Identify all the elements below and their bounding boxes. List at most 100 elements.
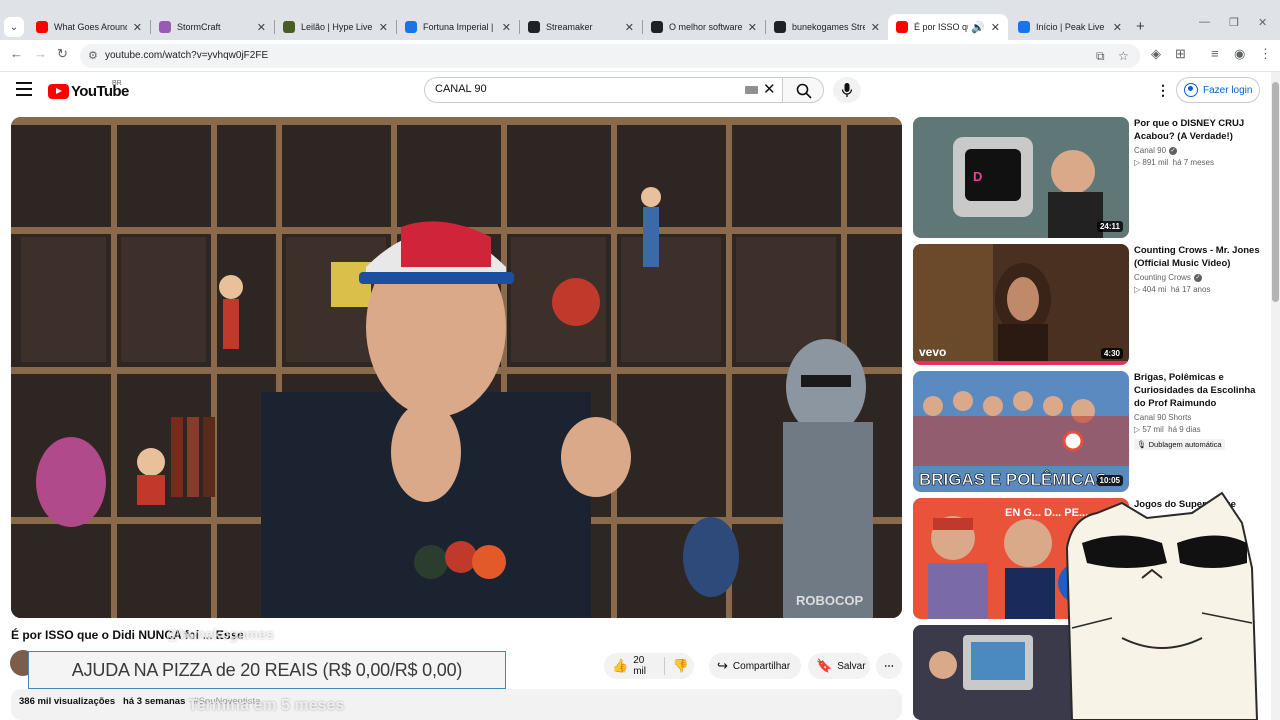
bookmark-icon: 🔖 [816,658,833,673]
thumbnail-image: D [913,117,1129,238]
video-frame: ROBOCOP [11,117,902,618]
related-title[interactable]: Brigas, Polêmicas e Curiosidades da Esco… [1134,371,1260,410]
like-divider [663,657,665,675]
tab-6[interactable]: bunekogames Strean ✕ [766,14,888,40]
thumbs-up-icon[interactable]: 👍 [612,658,628,674]
search-input[interactable] [435,83,735,95]
tab-0[interactable]: What Goes Around... ✕ [28,14,150,40]
related-thumbnail[interactable]: BRIGAS E POLÊMICAS 10:05 [913,371,1129,492]
search-button[interactable] [782,77,824,103]
restore-icon[interactable]: ❐ [1229,16,1239,29]
bookmark-star-icon[interactable]: ☆ [1118,49,1129,63]
site-info-icon[interactable]: ⚙ [88,49,98,62]
voice-search-button[interactable] [833,77,861,103]
tab-8[interactable]: Início | Peak Live ✕ [1010,14,1130,40]
streamaker-favicon-icon [528,21,540,33]
install-app-icon[interactable]: ⧉ [1096,49,1105,64]
close-tab-icon[interactable]: ✕ [257,21,266,34]
description-box[interactable]: 386 mil visualizações há 3 semanas #SouN… [11,689,902,720]
youtube-logo[interactable]: YouTube BR [48,80,129,100]
donation-goal-banner: AJUDA NA PIZZA de 20 REAIS (R$ 0,00/R$ 0… [28,651,506,689]
sign-in-button[interactable]: Fazer login [1176,77,1260,103]
related-video-1[interactable]: vevo 4:30 Counting Crows - Mr. Jones (Of… [913,244,1263,365]
related-channel[interactable]: Canal 90 [1134,146,1166,155]
account-circle-icon [1184,83,1198,97]
close-window-icon[interactable]: ✕ [1258,16,1267,29]
close-tab-icon[interactable]: ✕ [748,21,757,34]
profile-icon[interactable]: ◉ [1234,46,1245,62]
thumbnail-image: vevo [913,244,1129,365]
verified-check-icon: ✓ [1169,146,1178,155]
related-channel[interactable]: Counting Crows [1134,273,1191,282]
tab-4[interactable]: Streamaker ✕ [520,14,642,40]
close-tab-icon[interactable]: ✕ [871,21,880,34]
related-thumbnail[interactable]: D 24:11 [913,117,1129,238]
tab-3[interactable]: Fortuna Imperial | Pe ✕ [397,14,519,40]
keyboard-icon[interactable] [745,86,758,94]
forward-icon[interactable]: → [34,46,47,61]
tab-7-active[interactable]: É por ISSO que o 🔊 ✕ [888,14,1008,40]
close-tab-icon[interactable]: ✕ [133,21,142,34]
minimize-icon[interactable]: — [1199,16,1210,28]
audio-playing-icon[interactable]: 🔊 [971,21,985,34]
related-info: Counting Crows - Mr. Jones (Official Mus… [1134,244,1260,294]
tab-search-button[interactable]: ⌄ [4,17,24,37]
share-button[interactable]: ↪ Compartilhar [709,653,801,679]
related-title[interactable]: Counting Crows - Mr. Jones (Official Mus… [1134,244,1260,270]
related-channel-row: Canal 90 Shorts [1134,413,1260,422]
view-count: 386 mil visualizações [19,696,116,707]
like-count[interactable]: 20 mil [633,655,656,677]
settings-menu-icon[interactable]: ⋮ [1156,82,1170,99]
browser-menu-icon[interactable]: ⋮ [1259,46,1272,62]
more-actions-button[interactable]: ⋯ [876,653,902,679]
page-scrollbar[interactable] [1271,72,1280,720]
guide-menu-icon[interactable] [16,82,32,96]
stormcraft-favicon-icon [159,21,171,33]
duration-badge: 24:11 [1096,221,1123,232]
extension-icon[interactable]: ◈ [1151,46,1161,62]
new-tab-button[interactable]: + [1136,18,1145,35]
overlay-ends-text: Termina em 5 meses [188,697,345,714]
related-video-2[interactable]: BRIGAS E POLÊMICAS 10:05 Brigas, Polêmic… [913,371,1263,492]
scrollbar-thumb[interactable] [1272,82,1279,302]
tab-title: É por ISSO que o [914,22,968,32]
related-info: Por que o DISNEY CRUJ Acabou? (A Verdade… [1134,117,1260,167]
auto-dubbing-badge: 🎙 Dublagem automática [1134,439,1225,450]
related-video-0[interactable]: D 24:11 Por que o DISNEY CRUJ Acabou? (A… [913,117,1263,238]
video-player[interactable]: ROBOCOP [11,117,902,618]
tab-title: StormCraft [177,22,221,32]
browser-toolbar: ← → ↻ ⚙ youtube.com/watch?v=yvhqw0jF2FE … [0,40,1280,72]
related-channel-row: Canal 90 ✓ [1134,146,1260,155]
back-icon[interactable]: ← [10,46,23,61]
extensions-puzzle-icon[interactable]: ⊞ [1175,46,1186,62]
close-tab-icon[interactable]: ✕ [379,21,388,34]
link-favicon-icon [1018,21,1030,33]
more-horizontal-icon: ⋯ [884,660,894,672]
media-controls-icon[interactable]: ≡ [1211,46,1219,61]
tab-5[interactable]: O melhor software p ✕ [643,14,765,40]
close-tab-icon[interactable]: ✕ [991,21,1000,34]
close-tab-icon[interactable]: ✕ [502,21,511,34]
related-title[interactable]: Por que o DISNEY CRUJ Acabou? (A Verdade… [1134,117,1260,143]
save-button[interactable]: 🔖 Salvar [808,653,870,679]
tab-title: Streamaker [546,22,593,32]
address-bar[interactable]: ⚙ youtube.com/watch?v=yvhqw0jF2FE ⧉ ☆ [80,44,1140,68]
tab-2[interactable]: Leilão | Hype Live ✕ [275,14,396,40]
thumbnail-image: BRIGAS E POLÊMICAS [913,371,1129,492]
close-tab-icon[interactable]: ✕ [625,21,634,34]
thumbs-down-icon[interactable]: 👎 [673,658,689,674]
related-thumbnail[interactable]: vevo 4:30 [913,244,1129,365]
share-label: Compartilhar [732,660,791,672]
youtube-favicon-icon [896,21,908,33]
close-tab-icon[interactable]: ✕ [1113,21,1122,34]
tab-title: Leilão | Hype Live [301,22,373,32]
tab-1[interactable]: StormCraft ✕ [151,14,274,40]
save-label: Salvar [837,660,866,672]
reload-icon[interactable]: ↻ [57,46,68,62]
search-box[interactable] [424,77,782,103]
clear-search-icon[interactable]: ✕ [763,80,776,98]
browser-tabstrip: ⌄ What Goes Around... ✕ StormCraft ✕ Lei… [0,0,1280,40]
related-channel[interactable]: Canal 90 Shorts [1134,413,1191,422]
related-channel-row: Counting Crows ✓ [1134,273,1260,282]
share-arrow-icon: ↪ [717,658,728,673]
